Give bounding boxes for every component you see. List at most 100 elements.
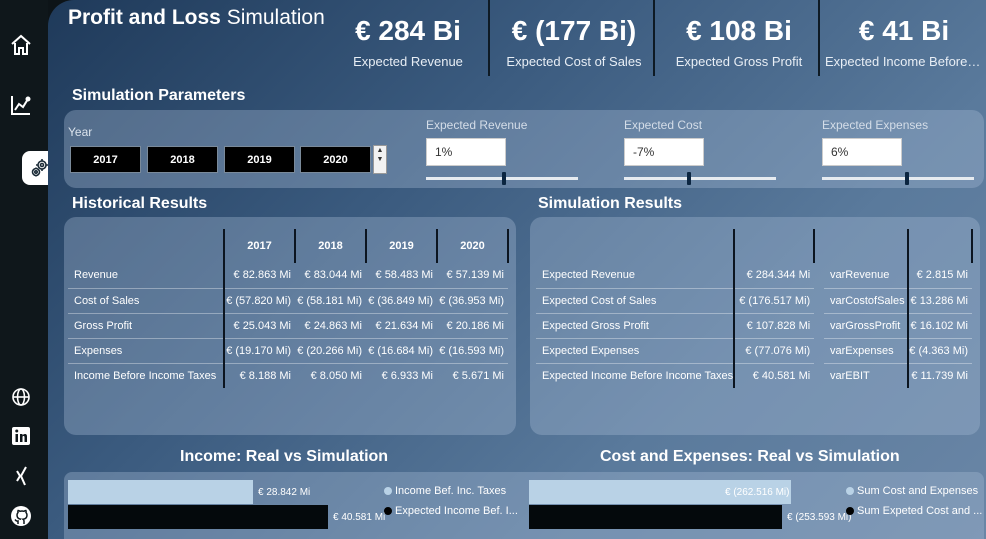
- chart-data-label: € 40.581 Mi: [333, 512, 386, 523]
- table-row: Expected Income Before Income Taxes € 40…: [536, 363, 814, 388]
- cell: € 13.286 Mi: [908, 288, 972, 314]
- kpi-label: Expected Gross Profit: [675, 54, 803, 69]
- row-label: varEBIT: [824, 363, 909, 388]
- chart-data-label: € (262.516 Mi): [725, 487, 790, 498]
- column-header: 2020: [437, 229, 509, 263]
- table-header-corner: [68, 229, 225, 263]
- table-header-corner: [536, 229, 736, 263]
- simulation-results-title: Simulation Results: [538, 195, 683, 212]
- chart-data-label: € 28.842 Mi: [258, 487, 311, 498]
- cell: € 82.863 Mi: [224, 263, 295, 289]
- cell: € 83.044 Mi: [295, 263, 366, 289]
- cell: € (16.684 Mi): [366, 338, 437, 364]
- row-label: Gross Profit: [68, 313, 225, 339]
- cell: € 11.739 Mi: [911, 369, 968, 382]
- expected-revenue-slider-thumb[interactable]: [502, 172, 506, 185]
- kpi-divider: [653, 0, 655, 76]
- kpi-divider: [818, 0, 820, 76]
- line-chart-icon[interactable]: [8, 92, 34, 118]
- year-label: Year: [68, 125, 93, 139]
- year-button-2018[interactable]: 2018: [147, 146, 218, 173]
- expected-revenue-input[interactable]: 1%: [426, 138, 506, 166]
- title-light: Simulation: [226, 6, 325, 29]
- cell: € (77.076 Mi): [734, 338, 815, 364]
- cell: € 16.102 Mi: [908, 313, 972, 339]
- row-label: Income Before Income Taxes: [68, 363, 225, 388]
- cell: € 58.483 Mi: [366, 263, 437, 289]
- kpi-expected-cost-of-sales: € (177 Bi) Expected Cost of Sales: [495, 0, 653, 76]
- legend-label: Sum Cost and Expenses: [857, 485, 979, 497]
- legend-label: Sum Expeted Cost and ...: [857, 505, 983, 517]
- cell: € (4.363 Mi): [908, 338, 972, 364]
- kpi-expected-revenue: € 284 Bi Expected Revenue: [328, 0, 488, 76]
- legend-dot: [384, 487, 392, 495]
- cell: € (16.593 Mi): [437, 338, 508, 364]
- kpi-value: € 108 Bi: [686, 15, 792, 46]
- kpi-value: € 41 Bi: [858, 15, 950, 46]
- expected-expenses-input[interactable]: 6%: [822, 138, 902, 166]
- row-label: Revenue: [68, 263, 225, 289]
- row-label: varCostofSales: [824, 288, 909, 314]
- cell: € (19.170 Mi): [224, 338, 295, 364]
- cell: € 21.634 Mi: [366, 313, 437, 339]
- row-label: Expected Cost of Sales: [536, 288, 736, 314]
- globe-icon[interactable]: [8, 384, 34, 410]
- expected-cost-input[interactable]: -7%: [624, 138, 704, 166]
- cell: € 20.186 Mi: [437, 313, 508, 339]
- table-row: Gross Profit € 25.043 Mi € 24.863 Mi € 2…: [68, 313, 508, 339]
- variance-table: varRevenue € 2.815 Mi varCostofSales € 1…: [824, 229, 973, 388]
- cell: € 8.188 Mi: [239, 369, 291, 382]
- table-row: Income Before Income Taxes € 8.188 Mi € …: [68, 363, 508, 388]
- historical-results-title: Historical Results: [72, 195, 208, 212]
- cell: € 5.671 Mi: [452, 369, 504, 382]
- home-icon[interactable]: [8, 32, 34, 58]
- expected-cost-slider-thumb[interactable]: [687, 172, 691, 185]
- cell: € (58.181 Mi): [295, 288, 366, 314]
- row-label: Cost of Sales: [68, 288, 225, 314]
- expected-cost-label: Expected Cost: [624, 118, 703, 132]
- table-row: varGrossProfit € 16.102 Mi: [824, 313, 972, 339]
- chart-bar[interactable]: [68, 505, 328, 529]
- table-row: Revenue € 82.863 Mi € 83.044 Mi € 58.483…: [68, 263, 508, 289]
- column-header: 2019: [366, 229, 438, 263]
- legend-dot: [846, 507, 854, 515]
- year-button-2020[interactable]: 2020: [300, 146, 371, 173]
- row-label: Expected Expenses: [536, 338, 736, 364]
- simulation-results-table: Expected Revenue € 284.344 Mi Expected C…: [536, 229, 816, 388]
- chart-data-label: € (253.593 Mi): [787, 512, 852, 523]
- cell: € 2.815 Mi: [908, 263, 972, 289]
- expected-revenue-label: Expected Revenue: [426, 118, 528, 132]
- legend-dot: [846, 487, 854, 495]
- github-icon[interactable]: [8, 503, 34, 529]
- linkedin-icon[interactable]: [8, 423, 34, 449]
- kpi-divider: [488, 0, 490, 76]
- cell: € 8.050 Mi: [310, 369, 362, 382]
- cell: € 25.043 Mi: [224, 313, 295, 339]
- kpi-expected-gross-profit: € 108 Bi Expected Gross Profit: [660, 0, 818, 76]
- year-button-2019[interactable]: 2019: [224, 146, 295, 173]
- column-header: 2018: [295, 229, 367, 263]
- row-label: Expenses: [68, 338, 225, 364]
- table-row: varCostofSales € 13.286 Mi: [824, 288, 972, 314]
- cell: € (20.266 Mi): [295, 338, 366, 364]
- year-button-2017[interactable]: 2017: [70, 146, 141, 173]
- chart-title-income: Income: Real vs Simulation: [180, 448, 389, 465]
- chart-bar[interactable]: [529, 505, 782, 529]
- expected-expenses-slider-thumb[interactable]: [905, 172, 909, 185]
- chart-legend-item: Expected Income Bef. I...: [384, 505, 518, 517]
- table-row: varRevenue € 2.815 Mi: [824, 263, 972, 289]
- table-header-corner: [824, 229, 909, 263]
- year-scroll-arrows[interactable]: ▲ ▼: [373, 145, 387, 174]
- xing-icon[interactable]: [8, 463, 34, 489]
- legend-dot: [384, 507, 392, 515]
- kpi-label: Expected Revenue: [353, 54, 463, 69]
- legend-label: Expected Income Bef. I...: [395, 505, 518, 517]
- chart-bar[interactable]: [68, 480, 253, 504]
- expected-expenses-slider-track[interactable]: [822, 177, 974, 180]
- table-row: Expenses € (19.170 Mi) € (20.266 Mi) € (…: [68, 338, 508, 364]
- chart-legend-item: Income Bef. Inc. Taxes: [384, 485, 506, 497]
- table-row: Expected Expenses € (77.076 Mi): [536, 338, 815, 364]
- table-row: Expected Revenue € 284.344 Mi: [536, 263, 815, 289]
- column-header: 2017: [224, 229, 296, 263]
- expected-cost-slider-track[interactable]: [624, 177, 776, 180]
